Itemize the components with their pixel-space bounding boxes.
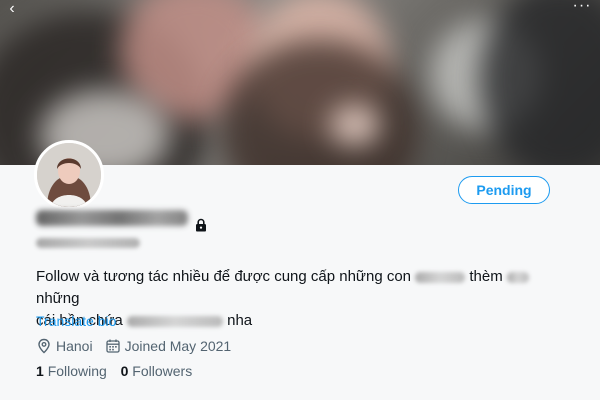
bio-redacted bbox=[415, 271, 466, 283]
calendar-icon bbox=[105, 339, 120, 353]
bio-text: thèm bbox=[469, 268, 503, 285]
bio-text: những bbox=[36, 290, 80, 307]
location-text: Hanoi bbox=[56, 338, 93, 354]
bio-redacted bbox=[506, 271, 529, 283]
more-icon: ··· bbox=[572, 0, 592, 14]
followers-count: 0 bbox=[120, 363, 129, 379]
chevron-left-icon: ‹ bbox=[9, 0, 15, 17]
more-button[interactable]: ··· bbox=[568, 0, 596, 18]
profile-bio: Follow và tương tác nhiều để được cung c… bbox=[36, 266, 576, 332]
follow-stats: 1 Following 0 Followers bbox=[36, 363, 192, 379]
location-pin-icon bbox=[38, 338, 50, 354]
joined-date-text: Joined May 2021 bbox=[124, 338, 232, 354]
avatar-image bbox=[37, 143, 101, 207]
display-name-redacted bbox=[36, 210, 188, 226]
pending-button[interactable]: Pending bbox=[458, 176, 550, 204]
bio-text: Follow và tương tác nhiều để được cung c… bbox=[36, 268, 412, 285]
lock-icon bbox=[196, 218, 206, 232]
banner-blur bbox=[480, 0, 600, 165]
back-button[interactable]: ‹ bbox=[2, 0, 22, 20]
followers-link[interactable]: 0 Followers bbox=[121, 363, 193, 379]
following-count: 1 bbox=[36, 363, 44, 379]
profile-banner[interactable]: ‹ ··· bbox=[0, 0, 600, 165]
followers-label: Followers bbox=[132, 363, 193, 379]
bio-text: nha bbox=[227, 312, 253, 329]
avatar[interactable] bbox=[34, 140, 104, 210]
following-label: Following bbox=[47, 363, 107, 379]
banner-blur bbox=[330, 105, 380, 145]
following-link[interactable]: 1 Following bbox=[36, 363, 107, 379]
translate-bio-link[interactable]: Translate bio bbox=[36, 313, 116, 329]
profile-page: ‹ ··· Pending Follow và tương tác nhiều … bbox=[0, 0, 600, 400]
bio-redacted bbox=[126, 315, 223, 327]
profile-meta: Hanoi Joined May 2021 bbox=[36, 338, 231, 354]
username-redacted bbox=[36, 238, 140, 248]
